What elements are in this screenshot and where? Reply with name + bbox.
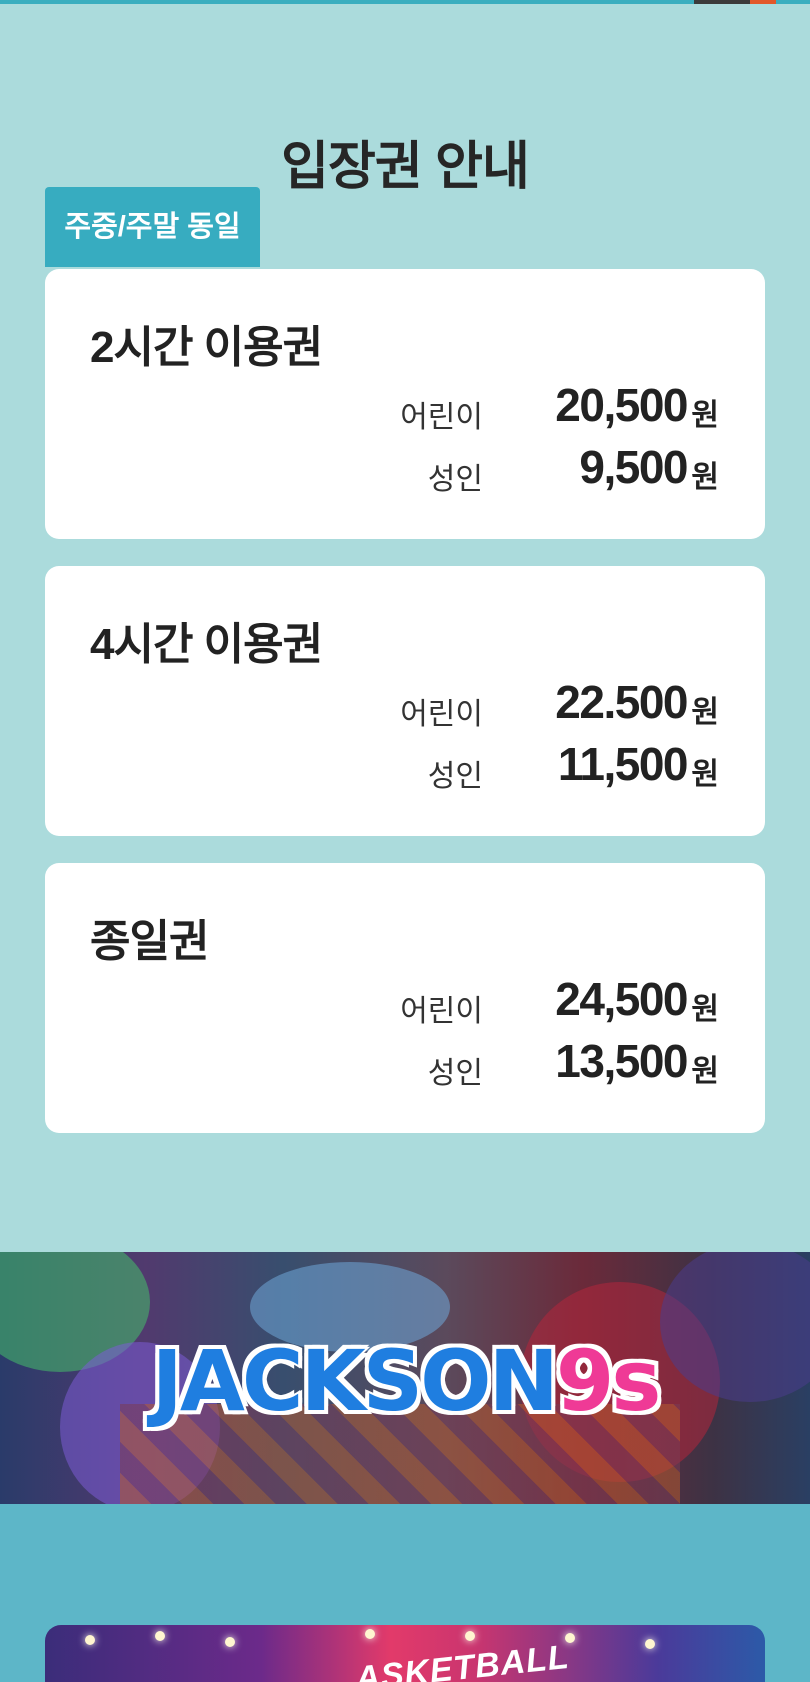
arcade-banner: JACKSON9s [0, 1252, 810, 1504]
price-row-child: 어린이 22.500 원 [45, 675, 765, 735]
price-amount: 20,500 [555, 379, 688, 431]
price-unit: 원 [691, 758, 719, 791]
price-row-adult: 성인 11,500 원 [45, 737, 765, 797]
ticket-name: 4시간 이용권 [90, 620, 323, 669]
price-label: 성인 [427, 1057, 483, 1090]
price-label: 어린이 [400, 995, 483, 1028]
price-unit: 원 [691, 993, 719, 1026]
price-amount: 22.500 [555, 676, 688, 728]
basketball-sign: ASKETBALL [353, 1637, 572, 1682]
price-amount: 13,500 [555, 1035, 688, 1087]
logo-accent-text: 9s [554, 1330, 663, 1432]
price-unit: 원 [691, 696, 719, 729]
price-label: 성인 [427, 760, 483, 793]
price-amount: 9,500 [579, 441, 688, 493]
price-row-child: 어린이 20,500 원 [45, 378, 765, 438]
ticket-card-4h: 4시간 이용권 어린이 22.500 원 성인 11,500 원 [45, 566, 765, 836]
basketball-arcade-photo: ASKETBALL [45, 1625, 765, 1682]
ticket-name: 2시간 이용권 [90, 323, 323, 372]
top-bar [0, 0, 810, 4]
same-price-badge: 주중/주말 동일 [45, 187, 260, 267]
light-bulb [225, 1637, 235, 1647]
light-bulb [85, 1635, 95, 1645]
light-bulb [465, 1631, 475, 1641]
light-bulb [155, 1631, 165, 1641]
light-bulb [645, 1639, 655, 1649]
light-bulb [365, 1629, 375, 1639]
price-row-adult: 성인 9,500 원 [45, 440, 765, 500]
price-unit: 원 [691, 461, 719, 494]
price-label: 어린이 [400, 401, 483, 434]
price-unit: 원 [691, 399, 719, 432]
price-row-adult: 성인 13,500 원 [45, 1034, 765, 1094]
ticket-card-2h: 2시간 이용권 어린이 20,500 원 성인 9,500 원 [45, 269, 765, 539]
price-amount: 11,500 [557, 738, 689, 790]
jacksons-logo: JACKSON9s [0, 1330, 810, 1432]
top-corner-image [694, 0, 776, 4]
price-label: 어린이 [400, 698, 483, 731]
logo-main-text: JACKSON [150, 1330, 561, 1432]
price-unit: 원 [691, 1055, 719, 1088]
ticket-name: 종일권 [90, 917, 209, 966]
ticket-card-day: 종일권 어린이 24,500 원 성인 13,500 원 [45, 863, 765, 1133]
price-row-child: 어린이 24,500 원 [45, 972, 765, 1032]
price-label: 성인 [427, 463, 483, 496]
price-amount: 24,500 [555, 973, 688, 1025]
